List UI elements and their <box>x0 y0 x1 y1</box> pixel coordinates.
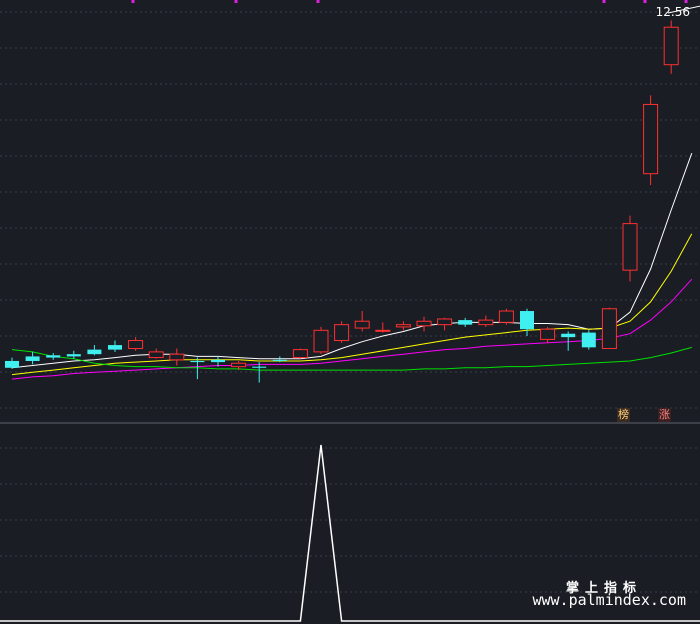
candle <box>108 340 122 352</box>
candle <box>416 316 432 332</box>
candle-body <box>313 329 329 353</box>
candle <box>395 321 411 331</box>
candle-body <box>292 349 308 359</box>
candle-body <box>25 356 40 361</box>
candle <box>458 317 473 327</box>
top-markers <box>131 0 688 3</box>
candle-body <box>520 311 534 330</box>
candle-body <box>334 324 350 342</box>
candle <box>5 357 19 369</box>
price-max-label: 12.56 <box>655 5 690 19</box>
candle <box>252 362 267 383</box>
candle <box>292 348 308 359</box>
ma-line-ma-green <box>11 346 692 371</box>
candle-body <box>108 345 122 350</box>
top-marker-dot <box>316 0 320 3</box>
candle-body <box>66 354 81 357</box>
candle-body <box>478 319 494 326</box>
bang-marker: 榜 <box>617 408 630 422</box>
candle <box>622 215 638 282</box>
candle-body <box>395 324 411 328</box>
candle <box>46 353 61 360</box>
grid-lines <box>0 11 700 593</box>
candle-body <box>231 362 247 368</box>
candle-body <box>87 349 102 355</box>
top-marker-dot <box>234 0 238 3</box>
candle-body <box>437 318 453 326</box>
candle <box>313 326 329 355</box>
candle-body <box>622 223 638 271</box>
candle <box>66 350 81 359</box>
candle <box>540 326 556 343</box>
candle-body <box>663 26 679 66</box>
candle <box>375 322 391 333</box>
candle-body <box>354 320 370 329</box>
candle-body <box>190 360 205 363</box>
candle-body <box>643 103 659 175</box>
candle <box>601 307 617 349</box>
candle-body <box>458 320 473 325</box>
candle <box>354 311 370 332</box>
candle <box>25 351 40 365</box>
candle <box>87 345 102 356</box>
candle-body <box>375 329 391 332</box>
watermark-url: www.palmindex.com <box>532 591 686 609</box>
candle <box>498 308 514 325</box>
candle <box>520 308 534 336</box>
zhang-marker: 涨 <box>658 408 671 422</box>
candle <box>478 315 494 327</box>
candle-body <box>601 308 617 349</box>
candle-body <box>561 333 576 338</box>
top-marker-dot <box>131 0 135 3</box>
candle <box>169 348 185 366</box>
candle <box>128 337 144 351</box>
candle <box>437 317 453 331</box>
candle <box>148 348 164 359</box>
candle-body <box>211 359 225 363</box>
ma-line-ma-yellow <box>11 233 693 376</box>
top-marker-dot <box>643 0 647 3</box>
candle-body <box>148 351 164 359</box>
candle-body <box>46 355 61 358</box>
candle-body <box>169 353 185 361</box>
candle <box>334 321 350 343</box>
stock-chart <box>0 0 700 622</box>
candle-body <box>540 328 556 340</box>
candle-body <box>581 332 596 348</box>
candle-body <box>128 340 144 349</box>
candle <box>643 95 659 186</box>
candle-body <box>5 360 19 368</box>
candle-body <box>498 310 514 323</box>
candle-body <box>416 320 432 327</box>
candle-body <box>272 359 287 361</box>
top-marker-dot <box>684 0 688 3</box>
candle-body <box>252 366 267 368</box>
top-marker-dot <box>602 0 606 3</box>
candle <box>581 330 596 350</box>
candle <box>663 20 679 74</box>
